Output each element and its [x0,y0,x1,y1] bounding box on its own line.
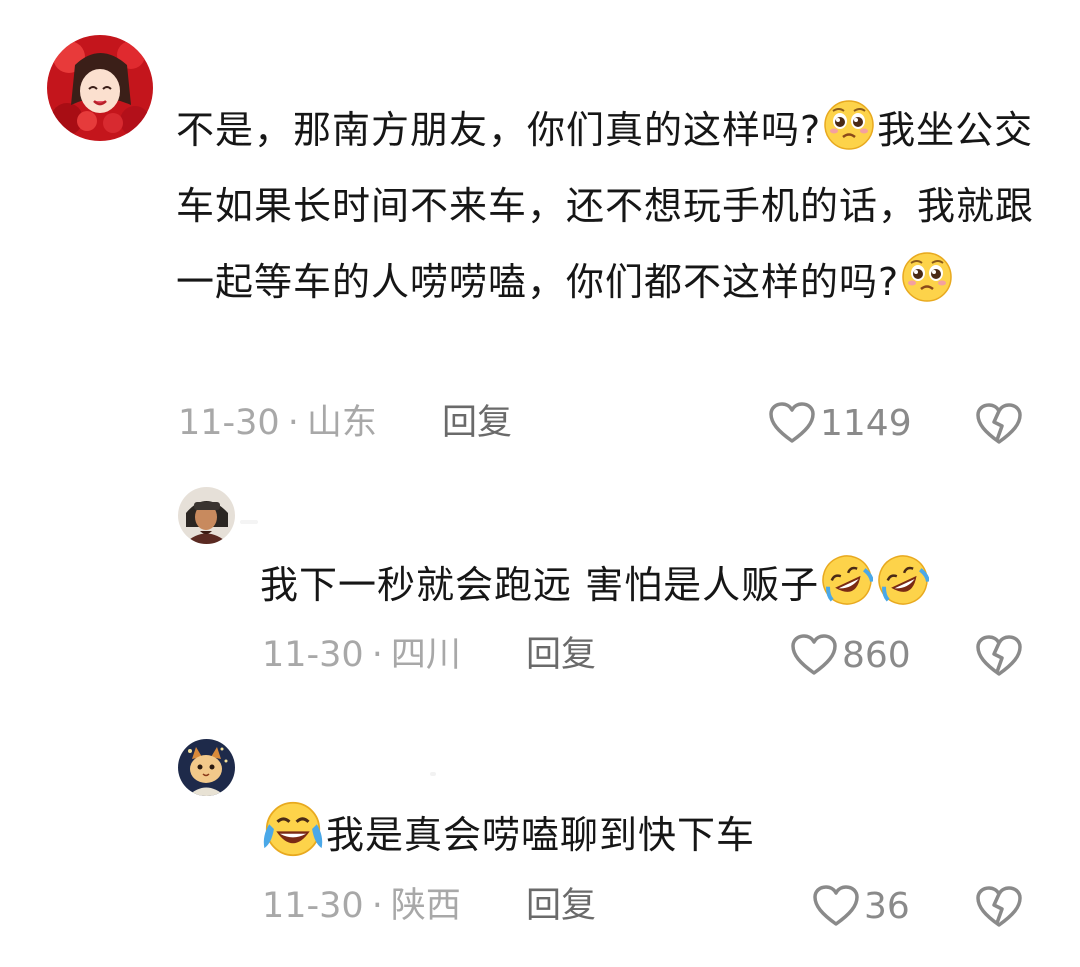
dislike-button[interactable] [975,634,1023,678]
avatar[interactable] [178,487,235,544]
comment-location: 四川 [390,635,461,675]
broken-heart-icon [976,635,1022,676]
avatar[interactable] [178,739,235,796]
like-button[interactable]: 36 [812,881,910,931]
rolling-laughing-icon [877,554,930,606]
reply-button[interactable]: 回复 [526,881,596,931]
comment-meta: 11-30 · 山东 回复 [178,398,778,448]
divider [240,520,258,524]
heart-icon [791,634,837,675]
dislike-button[interactable] [975,402,1023,446]
reply-button[interactable]: 回复 [442,398,512,448]
like-button[interactable]: 860 [790,630,911,680]
comment-date: 11-30 [178,403,280,443]
comment-text: 我是真会唠嗑聊到快下车 [260,797,1040,873]
comment-text: 不是，那南方朋友，你们真的这样吗? 我坐公交车如果长时间不来车，还不想玩手机的话，… [176,92,1046,320]
comment-text-part: 不是，那南方朋友，你们真的这样吗? [176,108,822,152]
comment-text-part: 我是真会唠嗑聊到快下车 [326,813,756,857]
broken-heart-icon [976,403,1022,444]
meta-separator: · [371,886,383,926]
comment-date: 11-30 [262,635,364,675]
comment-date: 11-30 [262,886,364,926]
meta-separator: · [287,403,299,443]
comment-meta: 11-30 · 四川 回复 [262,630,762,680]
like-count: 36 [864,885,910,927]
heart-icon [769,402,815,443]
dislike-button[interactable] [975,885,1023,929]
broken-heart-icon [976,886,1022,927]
pleading-face-icon [901,251,953,303]
tears-of-joy-icon [262,798,324,860]
heart-icon [813,885,859,926]
reply-button[interactable]: 回复 [526,630,596,680]
like-count: 860 [842,634,911,676]
meta-separator: · [371,635,383,675]
comment-text-part: 我下一秒就会跑远 害怕是人贩子 [260,563,820,607]
comment-meta: 11-30 · 陕西 回复 [262,881,762,931]
pleading-face-icon [823,99,875,151]
divider [430,772,436,776]
comment-text: 我下一秒就会跑远 害怕是人贩子 [260,547,1040,623]
like-button[interactable]: 1149 [768,398,912,448]
like-count: 1149 [820,402,912,444]
comment-location: 山东 [306,403,377,443]
avatar[interactable] [47,35,153,141]
rolling-laughing-icon [821,554,874,606]
comment-location: 陕西 [390,886,461,926]
